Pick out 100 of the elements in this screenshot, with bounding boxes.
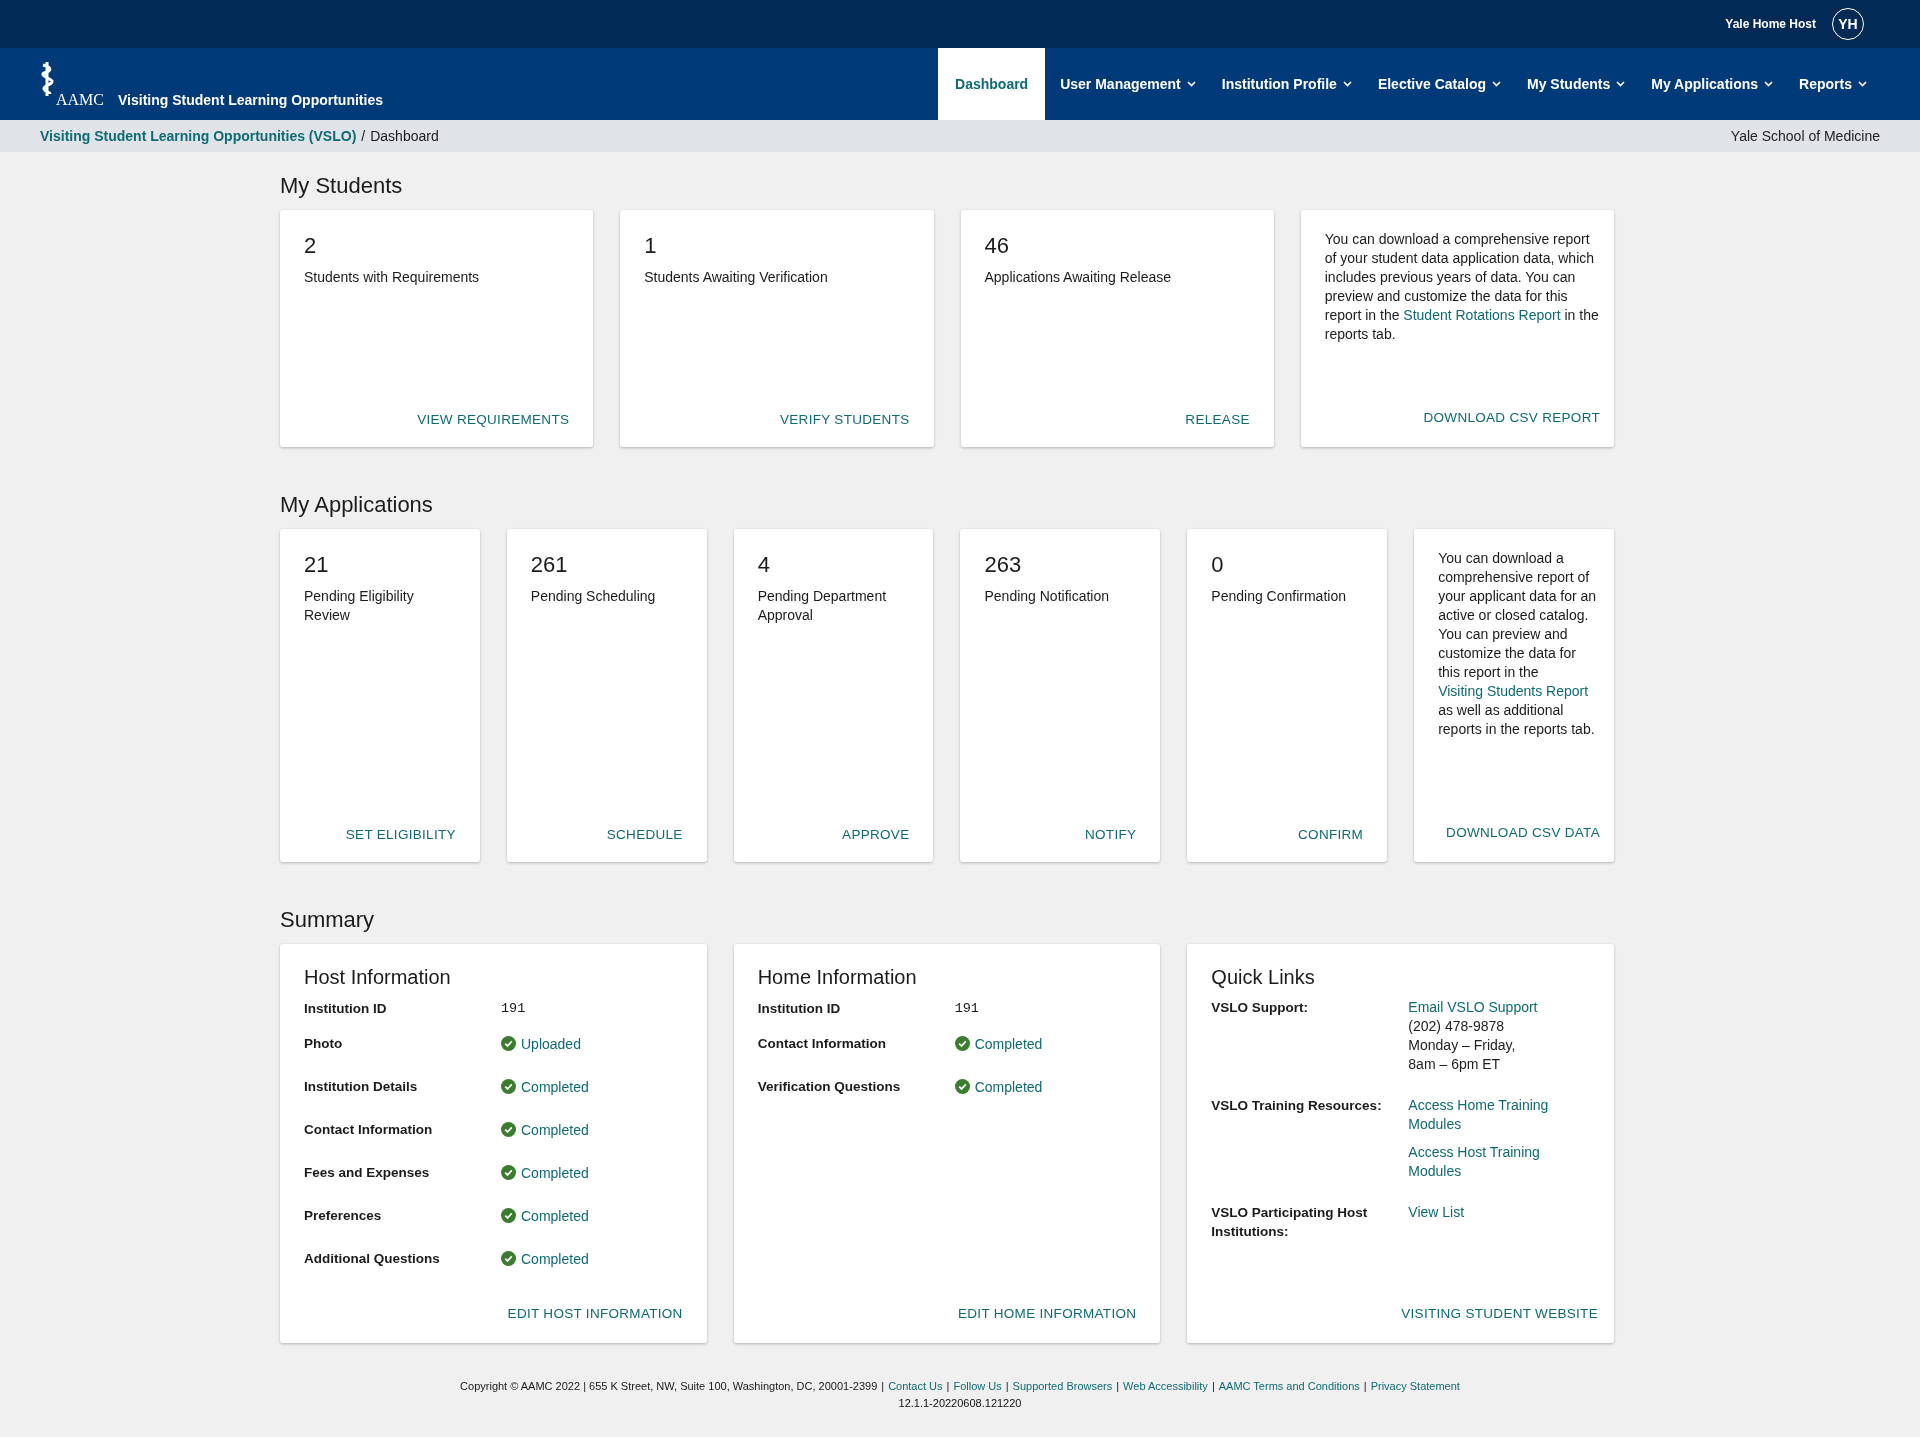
field-label: Institution Details [304, 1079, 419, 1094]
footer-link[interactable]: Privacy Statement [1370, 1380, 1460, 1392]
footer-link[interactable]: Follow Us [953, 1380, 1002, 1392]
status-text: Completed [974, 1078, 1043, 1095]
support-info: Monday – Friday, [1408, 1036, 1517, 1055]
count-value: 263 [984, 551, 1023, 579]
footer-link[interactable]: AAMC Terms and Conditions [1218, 1380, 1360, 1392]
app-title: Visiting Student Learning Opportunities [118, 92, 383, 108]
edit-link[interactable]: EDIT HOST INFORMATION [507, 1306, 683, 1321]
status-text: Completed [521, 1078, 589, 1095]
nav-tab[interactable]: User Management [1047, 48, 1209, 120]
field-label: Fees and Expenses [304, 1165, 431, 1180]
quick-link[interactable]: View List [1408, 1203, 1559, 1222]
quick-link[interactable]: Access Host Training Modules [1408, 1143, 1559, 1181]
staff-snake-icon [40, 61, 56, 97]
stat-label: Pending Notification [984, 587, 1110, 606]
card-action-link[interactable]: VIEW REQUIREMENTS [417, 412, 570, 427]
status-text: Completed [974, 1035, 1043, 1052]
field-value: 191 [954, 1000, 979, 1016]
field-label: Preferences [304, 1208, 383, 1223]
breadcrumb-current: Dashboard [370, 128, 439, 144]
footer-separator: | [1116, 1380, 1120, 1392]
footer-separator: | [881, 1380, 885, 1392]
check-circle-icon [501, 1036, 516, 1051]
nav-tab[interactable]: My Applications [1638, 48, 1787, 120]
field-label: VSLO Training Resources: [1211, 1097, 1383, 1115]
card-title: Host Information [304, 965, 452, 990]
stat-label: Pending Eligibility Review [304, 587, 415, 625]
breadcrumb-separator: / [361, 128, 366, 144]
card-action-link[interactable]: VERIFY STUDENTS [779, 412, 910, 427]
nav-tab[interactable]: My Students [1514, 48, 1639, 120]
user-name: Yale Home Host [1725, 17, 1816, 31]
count-value: 4 [757, 551, 771, 579]
check-circle-icon [501, 1079, 516, 1094]
status-text: Uploaded [521, 1035, 581, 1052]
check-circle-icon [501, 1165, 516, 1180]
check-circle-icon [501, 1122, 516, 1137]
institution-name: Yale School of Medicine [1730, 128, 1880, 144]
footer-link[interactable]: Web Accessibility [1123, 1380, 1208, 1392]
support-info: 8am – 6pm ET [1408, 1055, 1502, 1074]
breadcrumb-link[interactable]: Visiting Student Learning Opportunities (VSLO) [40, 128, 357, 144]
card-action-link[interactable]: APPROVE [842, 827, 910, 842]
card-action-link[interactable]: SCHEDULE [606, 827, 683, 842]
card-action-link[interactable]: NOTIFY [1085, 827, 1137, 842]
field-label: Contact Information [304, 1122, 434, 1137]
stat-label: Applications Awaiting Release [984, 268, 1173, 287]
check-circle-icon [954, 1036, 970, 1051]
report-description: You can download a comprehensive report of your student data application data, which includes previous years of data. You can preview and customize the data for this report in the Student Rotations Report in the reports tab. [1324, 230, 1600, 344]
download-link[interactable]: DOWNLOAD CSV REPORT [1423, 410, 1600, 425]
check-circle-icon [501, 1251, 516, 1266]
logo-text: AAMC [56, 91, 104, 109]
count-value: 21 [304, 551, 330, 579]
field-label: Verification Questions [757, 1079, 902, 1094]
footer-separator: | [946, 1380, 950, 1392]
status-text: Completed [521, 1164, 589, 1181]
count-value: 261 [530, 551, 569, 579]
card-title: Quick Links [1211, 965, 1316, 990]
report-link[interactable]: Student Rotations Report [1403, 307, 1561, 323]
field-label: VSLO Support: [1211, 999, 1310, 1017]
count-value: 2 [304, 232, 318, 260]
check-circle-icon [954, 1079, 970, 1094]
field-label: VSLO Participating Host Institutions: [1211, 1204, 1369, 1241]
card-title: Home Information [757, 965, 918, 990]
footer-separator: | [1005, 1380, 1009, 1392]
footer-separator: | [1363, 1380, 1367, 1392]
nav-tab[interactable]: Elective Catalog [1364, 48, 1515, 120]
status-text: Completed [521, 1250, 589, 1267]
stat-label: Students with Requirements [304, 268, 481, 287]
card-action-link[interactable]: RELEASE [1185, 412, 1250, 427]
count-value: 0 [1211, 551, 1225, 579]
quick-link[interactable]: Email VSLO Support [1408, 998, 1559, 1017]
nav-tab[interactable]: Institution Profile [1208, 48, 1365, 120]
nav-tab[interactable]: Dashboard [938, 48, 1046, 120]
count-value: 1 [644, 232, 658, 260]
support-info: (202) 478-9878 [1408, 1017, 1506, 1036]
stat-label: Pending Confirmation [1211, 587, 1347, 606]
copyright-text: Copyright © AAMC 2022 | 655 K Street, NW, Suite 100, Washington, DC, 20001-2399 [460, 1380, 878, 1392]
field-label: Institution ID [757, 1000, 842, 1016]
download-link[interactable]: DOWNLOAD CSV DATA [1446, 825, 1600, 840]
field-label: Photo [304, 1036, 344, 1051]
card-action-link[interactable]: CONFIRM [1298, 827, 1364, 842]
footer-link[interactable]: Contact Us [888, 1380, 943, 1392]
section-title: Summary [280, 906, 376, 934]
stat-label: Students Awaiting Verification [644, 268, 829, 287]
card-action-link[interactable]: SET ELIGIBILITY [345, 827, 456, 842]
edit-link[interactable]: EDIT HOME INFORMATION [958, 1306, 1137, 1321]
status-text: Completed [521, 1207, 589, 1224]
report-link[interactable]: Visiting Students Report [1438, 683, 1589, 699]
version-text: 12.1.1-20220608.121220 [898, 1397, 1022, 1409]
status-text: Completed [521, 1121, 589, 1138]
footer-link[interactable]: Supported Browsers [1012, 1380, 1113, 1392]
section-title: My Students [280, 172, 404, 200]
website-link[interactable]: VISITING STUDENT WEBSITE [1401, 1306, 1598, 1321]
report-description: You can download a comprehensive report of your applicant data for an active or closed catalog. You can preview and customize the data for this report in the Visiting Students Report as well as additional reports in the reports tab. [1438, 549, 1598, 739]
nav-tab[interactable]: Reports [1786, 48, 1880, 120]
footer-separator: | [1211, 1380, 1215, 1392]
field-label: Institution ID [304, 1000, 388, 1016]
quick-link[interactable]: Access Home Training Modules [1408, 1096, 1559, 1134]
count-value: 46 [984, 232, 1010, 260]
stat-label: Pending Scheduling [530, 587, 657, 606]
